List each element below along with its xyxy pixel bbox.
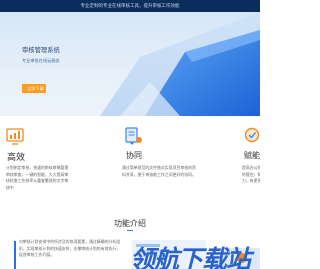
hero-subtitle: 专业审批在线云服务 <box>22 58 60 63</box>
feature-empowerment: 赋能 提高办公效率，赋能审核中对质量的管控，帮忙提升整体审核管理能力，有更多时间… <box>236 116 260 212</box>
feature-description: 提高办公效率，赋能审核中对质量的管控，帮忙提升整体审核管理能力，有更多时间做质量… <box>242 165 260 184</box>
hero-section: 审核管理系统 专业审批在线云服务 立即下载 <box>0 12 260 116</box>
feature-title: 高效 <box>7 152 26 162</box>
feature-description: 通过简单规范的文件格式实现项目审核的资料共享，便于审核能工作之间更好的协同。 <box>122 165 196 177</box>
section-title-underline <box>127 230 133 231</box>
feature-efficiency: 高效 计划制定审核，快速的审核审稿管理审核审查，一键的智能，大大提高审核检查工作… <box>0 116 86 212</box>
watermark-logo: 领航下载站 <box>130 240 258 269</box>
hero-illustration <box>100 12 260 116</box>
feature-collaboration: 协同 通过简单规范的文件格式实现项目审核的资料共享，便于审核能工作之间更好的协同… <box>118 116 198 212</box>
magnifier-icon <box>244 127 260 143</box>
feature-title: 赋能 <box>244 151 260 160</box>
section-title: 功能介绍 <box>114 219 146 228</box>
watermark-text: 领航下载站 <box>130 246 251 269</box>
monitor-chart-icon <box>6 128 24 145</box>
download-button[interactable]: 立即下载 <box>22 84 46 93</box>
document-network-icon <box>125 127 142 145</box>
intro-description: 对审核计划安排中的所涉及的各项要素，通过精确的分析组织，实现审核计划的快速安排，… <box>19 239 121 258</box>
hero-title: 审核管理系统 <box>22 47 60 54</box>
accent-bar <box>14 241 16 269</box>
feature-title: 协同 <box>126 151 142 160</box>
features-section: 高效 计划制定审核，快速的审核审稿管理审核审查，一键的智能，大大提高审核检查工作… <box>0 116 260 212</box>
top-banner: 专业定制的专业在线审核工具，提升审核工作效能 <box>0 0 260 12</box>
top-banner-text: 专业定制的专业在线审核工具，提升审核工作效能 <box>80 3 180 8</box>
feature-description: 计划制定审核，快速的审核审稿管理审核审查，一键的智能，大大提高审核检查工作效率从… <box>6 165 69 190</box>
